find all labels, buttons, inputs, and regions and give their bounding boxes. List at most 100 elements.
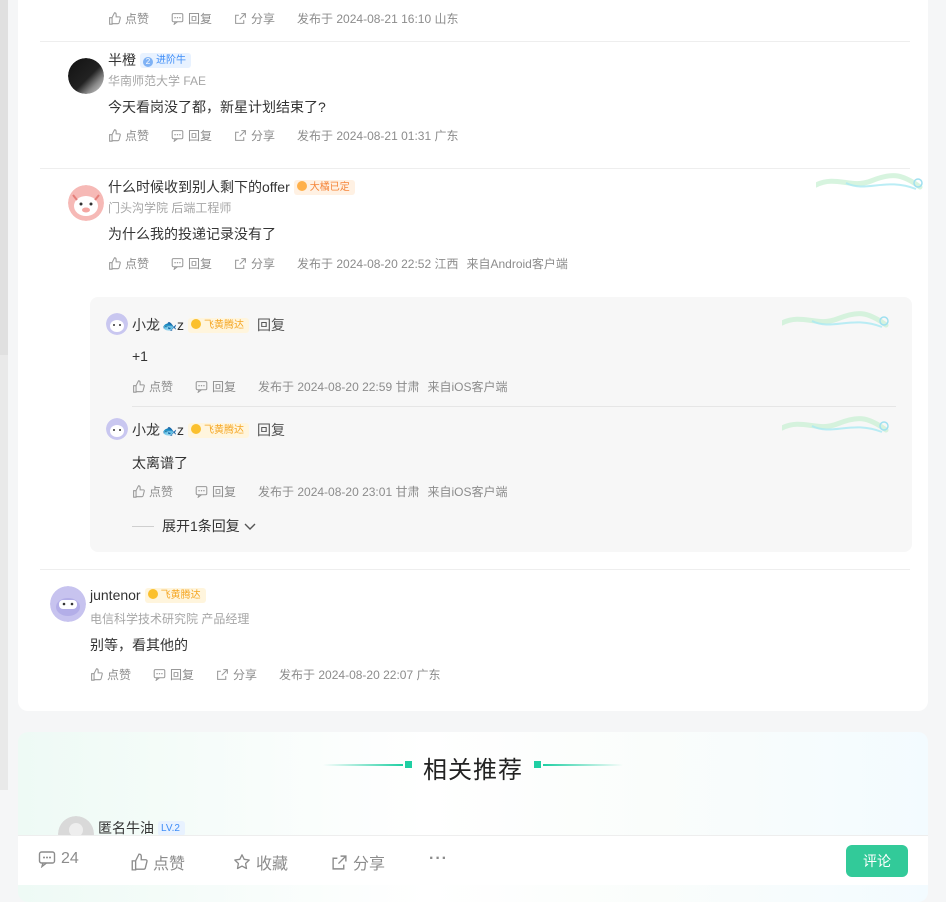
badge-label: 大橘已定 [309,182,350,193]
client-source: 来自iOS客户端 [427,485,508,499]
share-label: 分享 [251,129,276,143]
share-icon [217,669,228,680]
comment-content: 今天看岗没了都，新星计划结束了? [108,99,326,115]
share-label: 分享 [251,12,276,26]
like-label: 点赞 [149,380,174,394]
username[interactable]: 小龙 [132,422,160,438]
like-label: 点赞 [125,12,150,26]
share-icon [235,13,246,24]
like-label: 点赞 [149,485,174,499]
comment-icon [171,130,184,142]
username[interactable]: 半橙 [108,52,136,68]
reply-button[interactable]: 回复 [153,666,194,683]
divider [40,569,910,570]
share-button[interactable]: 分享 [234,10,275,27]
username[interactable]: 匿名牛油 [98,820,154,836]
level-badge: 飞黄腾达 [144,588,206,603]
reply-button[interactable]: 回复 [171,10,212,27]
level-number: 2 [143,57,153,67]
thumbs-up-icon [133,380,145,393]
reply-button[interactable]: 回复 [195,483,236,500]
divider [132,406,896,407]
comment-actions: 点赞 回复 分享 发布于 2024-08-20 22:07 广东 [90,666,448,683]
avatar[interactable] [106,418,128,440]
like-label: 点赞 [125,129,150,143]
comment-icon [38,851,56,868]
reply-indicator: 回复 [256,422,285,438]
avatar[interactable] [106,313,128,335]
like-button[interactable]: 点赞 [108,255,149,272]
expand-replies-button[interactable]: 展开1条回复 [132,516,257,536]
divider [40,41,910,42]
username-suffix: z [176,422,184,438]
client-source: 来自iOS客户端 [427,380,508,394]
share-button[interactable]: 分享 [331,850,385,874]
like-button[interactable]: 点赞 [132,483,173,500]
more-icon[interactable]: ··· [429,850,448,868]
fish-icon: 🐟 [162,319,177,333]
like-button[interactable]: 点赞 [108,10,149,27]
like-button[interactable]: 点赞 [132,378,173,395]
reply-button[interactable]: 回复 [195,378,236,395]
divider [40,168,910,169]
username[interactable]: 什么时候收到别人剩下的offer [108,179,290,195]
post-meta: 发布于 2024-08-20 22:59 甘肃 [258,380,420,394]
reply-content: +1 [132,348,148,364]
username-row: 什么时候收到别人剩下的offer 大橘已定 [108,177,355,197]
like-button[interactable]: 点赞 [130,850,185,874]
wave-decoration [782,311,889,328]
username-suffix: z [176,317,184,333]
level-badge: 大橘已定 [293,180,355,195]
share-button[interactable]: 分享 [234,255,275,272]
badge-label: 飞黄腾达 [203,425,244,436]
comment-actions: 点赞 回复 分享 发布于 2024-08-21 01:31 广东 [108,127,466,144]
avatar[interactable] [68,185,104,221]
post-meta: 发布于 2024-08-20 22:07 广东 [279,668,441,682]
badge-label: 进阶牛 [156,55,186,66]
avatar[interactable] [68,58,104,94]
reply-indicator: 回复 [256,317,285,333]
username[interactable]: juntenor [90,587,141,603]
title-line-right [543,764,623,766]
like-label: 点赞 [153,856,186,873]
star-icon [234,854,250,870]
comment-button[interactable]: 评论 [846,845,908,877]
comment-actions: 点赞 回复 分享 发布于 2024-08-20 22:52 江西 来自Andro… [108,255,576,272]
username[interactable]: 小龙 [132,317,160,333]
bottom-action-bar: 24 点赞 收藏 分享 ··· 评论 [18,835,928,885]
share-button[interactable]: 分享 [234,127,275,144]
client-source: 来自Android客户端 [466,257,568,271]
like-button[interactable]: 点赞 [108,127,149,144]
thumbs-up-icon [109,12,121,25]
comment-actions: 点赞 回复 分享 发布于 2024-08-21 16:10 山东 [108,10,466,27]
level-badge: 飞黄腾达 [187,423,249,438]
medal-icon [190,424,201,434]
comment-count-button[interactable]: 24 [38,850,79,868]
reply-button[interactable]: 回复 [171,127,212,144]
user-subtitle: 华南师范大学 FAE [108,74,207,88]
comment-count: 24 [61,850,79,867]
thumbs-up-icon [91,668,103,681]
comment-content: 为什么我的投递记录没有了 [108,226,276,242]
username-row: 小龙 🐟z 飞黄腾达 回复 [132,315,285,335]
medal-icon [296,181,307,191]
reply-label: 回复 [212,485,237,499]
share-button[interactable]: 分享 [216,666,257,683]
collect-button[interactable]: 收藏 [233,850,288,874]
level-badge: LV.2 [158,821,185,836]
share-icon [235,130,246,141]
like-button[interactable]: 点赞 [90,666,131,683]
post-meta: 发布于 2024-08-21 16:10 山东 [297,12,459,26]
reply-button[interactable]: 回复 [171,255,212,272]
fish-icon: 🐟 [162,424,177,438]
reply-label: 回复 [188,12,213,26]
post-meta: 发布于 2024-08-20 22:52 江西 [297,257,459,271]
like-label: 点赞 [125,257,150,271]
user-subtitle: 电信科学技术研究院 产品经理 [90,612,250,626]
comment-icon [195,486,208,498]
username-row: 半橙 2 进阶牛 [108,50,191,70]
thumbs-up-icon [131,853,148,871]
share-label: 分享 [353,856,386,873]
username-row: 小龙 🐟z 飞黄腾达 回复 [132,420,285,440]
avatar[interactable] [50,586,86,622]
